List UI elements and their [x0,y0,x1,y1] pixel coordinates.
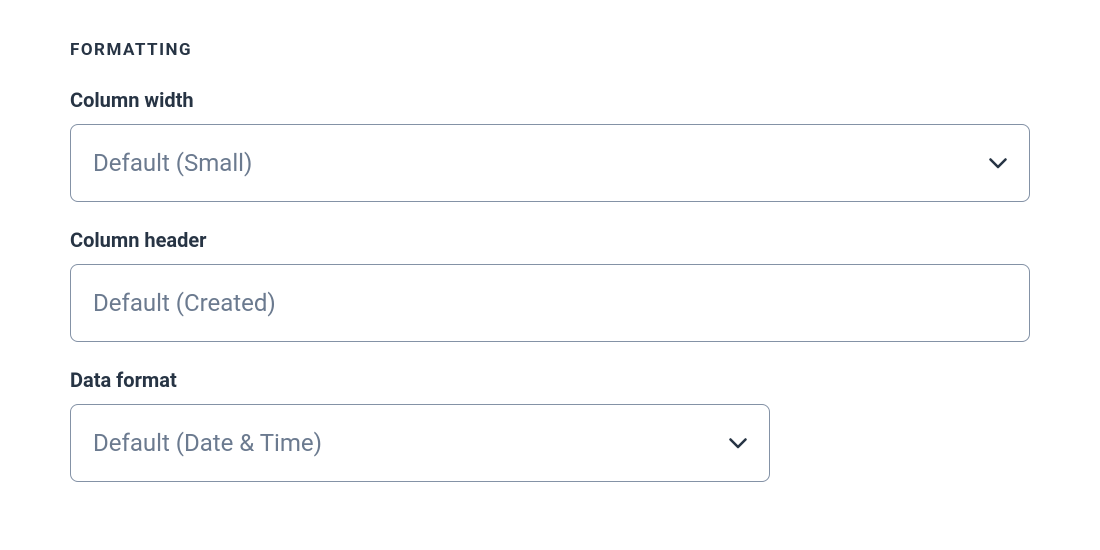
column-header-input[interactable] [70,264,1030,342]
section-header: FORMATTING [70,40,1030,60]
data-format-select[interactable]: Default (Date & Time) [70,404,770,482]
column-width-value: Default (Small) [93,149,989,177]
chevron-down-icon [729,434,747,452]
column-header-label: Column header [70,228,1030,252]
data-format-value: Default (Date & Time) [93,429,729,457]
chevron-down-icon [989,154,1007,172]
formatting-section: FORMATTING Column width Default (Small) … [70,40,1030,482]
data-format-label: Data format [70,368,1030,392]
data-format-field: Data format Default (Date & Time) [70,368,1030,482]
column-width-field: Column width Default (Small) [70,88,1030,202]
column-width-label: Column width [70,88,1030,112]
column-width-select[interactable]: Default (Small) [70,124,1030,202]
column-header-field: Column header [70,228,1030,342]
